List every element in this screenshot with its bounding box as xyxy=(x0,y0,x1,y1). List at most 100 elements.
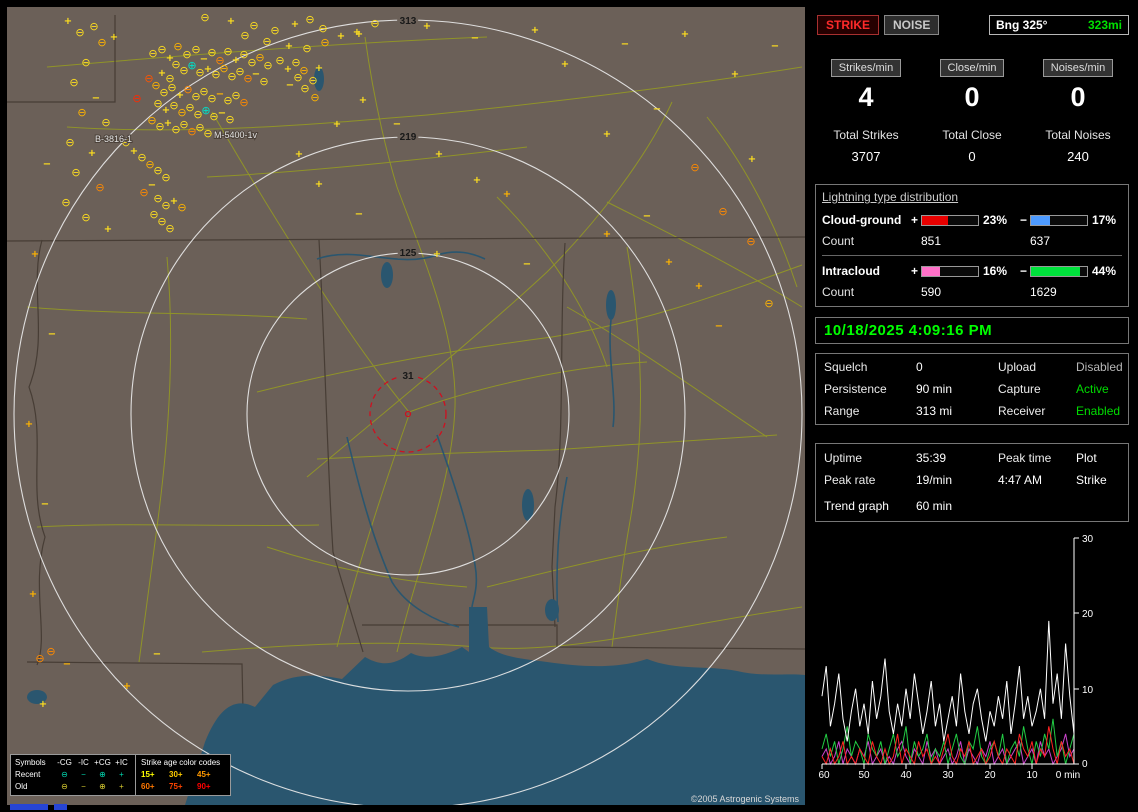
strike-symbol: + xyxy=(291,19,299,30)
strike-symbol: + xyxy=(731,69,739,80)
strike-symbol: + xyxy=(681,29,689,40)
strike-symbol: ⊖ xyxy=(249,19,258,32)
strike-symbol: ⊖ xyxy=(61,196,70,209)
taskbar-chip xyxy=(10,804,48,810)
strike-symbol: − xyxy=(43,159,51,170)
strike-symbol: ⊖ xyxy=(71,166,80,179)
strike-symbol: ⊖ xyxy=(302,42,311,55)
strike-symbol: ⊖ xyxy=(65,136,74,149)
receiver-label: Receiver xyxy=(998,404,1046,418)
strike-symbol: ⊖ xyxy=(270,24,279,37)
settings-panel: Squelch 0 Upload Disabled Persistence 90… xyxy=(815,353,1129,425)
age-15: 15+ xyxy=(141,770,155,779)
strike-symbol: + xyxy=(25,419,33,430)
age-75: 75+ xyxy=(169,782,183,791)
receiver-status: Enabled xyxy=(1076,404,1121,418)
strike-symbol: − xyxy=(355,209,363,220)
strike-symbol: ⊖ xyxy=(89,20,98,33)
strike-symbol: + xyxy=(359,95,367,106)
strike-symbol: ⊖ xyxy=(263,59,272,72)
intracloud-label: Intracloud xyxy=(822,264,881,278)
ic-negative-gauge xyxy=(1030,265,1088,277)
trend-series-layer xyxy=(821,620,1075,766)
peak-rate-label: Peak rate xyxy=(824,473,876,487)
count-label: Count xyxy=(822,234,855,248)
strike-symbol: + xyxy=(285,41,293,52)
legend-row-old: Old xyxy=(15,782,28,791)
strike-symbol: + xyxy=(423,21,431,32)
strike-symbol: − xyxy=(653,104,661,115)
strike-symbol: − xyxy=(643,211,651,222)
strike-symbol: + xyxy=(29,589,37,600)
cg-positive-count: 851 xyxy=(921,234,942,248)
ic-negative-count: 1629 xyxy=(1030,285,1057,299)
strike-symbol: ⊖ xyxy=(81,56,90,69)
strike-symbol: ⊖ xyxy=(97,36,106,49)
strike-symbol: ⊖ xyxy=(690,161,699,174)
cloud-ground-label: Cloud-ground xyxy=(822,213,902,227)
strike-symbol: + xyxy=(88,148,96,159)
status-panel: Uptime 35:39 Peak time Plot Peak rate 19… xyxy=(815,443,1129,522)
strike-symbol: − xyxy=(471,33,479,44)
cg-positive-pct: 23% xyxy=(983,213,1008,227)
noise-mode-button[interactable]: NOISE xyxy=(884,15,940,35)
strike-symbol: ⊖ xyxy=(148,47,157,60)
strike-symbol: ⊖ xyxy=(46,645,55,658)
upload-status: Disabled xyxy=(1076,360,1123,374)
close-rate-value: 0 xyxy=(964,82,980,112)
strike-symbol: + xyxy=(603,129,611,140)
strike-symbol: ⊖ xyxy=(746,235,755,248)
strike-symbol: + xyxy=(123,681,131,692)
strike-symbol: ⊖ xyxy=(75,26,84,39)
strike-symbol: ⊖ xyxy=(69,76,78,89)
x-tick-40: 40 xyxy=(900,770,912,780)
strikes-per-min-button[interactable]: Strikes/min xyxy=(830,59,902,77)
cloud-ground-count-row: Count 851 637 xyxy=(822,234,1122,248)
strike-symbol: ⊖ xyxy=(718,205,727,218)
capture-status: Active xyxy=(1076,382,1109,396)
ic-positive-pct: 16% xyxy=(983,264,1008,278)
bearing-label: Bng 325° xyxy=(996,18,1048,32)
strike-symbol: ⊖ xyxy=(101,116,110,129)
total-close-label: Total Close xyxy=(942,128,1002,142)
legend-col-neg-ic: -IC xyxy=(78,758,89,767)
divider xyxy=(822,255,1122,256)
strike-symbol: − xyxy=(621,39,629,50)
strike-symbol: + xyxy=(665,257,673,268)
strike-symbol: − xyxy=(771,41,779,52)
strike-symbol: ⊖ xyxy=(165,222,174,235)
legend-title: Symbols xyxy=(15,758,46,767)
strike-mode-button[interactable]: STRIKE xyxy=(817,15,880,35)
noises-per-min-button[interactable]: Noises/min xyxy=(1042,59,1114,77)
persistence-value: 90 min xyxy=(916,382,953,396)
strike-symbol: ⊖ xyxy=(318,22,327,35)
ic-negative-gauge-fill xyxy=(1031,266,1081,276)
strike-symbol: ⊖ xyxy=(177,201,186,214)
x-tick-0: 0 min xyxy=(1056,770,1080,780)
strike-symbol: + xyxy=(39,699,47,710)
squelch-label: Squelch xyxy=(824,360,868,374)
cloud-ground-row: Cloud-ground + 23% − 17% xyxy=(822,213,1122,227)
bearing-display: Bng 325° 323mi xyxy=(989,15,1129,35)
strike-symbol: ⊖ xyxy=(225,113,234,126)
age-legend-title: Strike age color codes xyxy=(141,758,221,767)
cg-positive-gauge xyxy=(921,214,979,226)
strike-symbol: + xyxy=(315,179,323,190)
persistence-label: Persistence xyxy=(824,382,887,396)
cg-negative-gauge xyxy=(1030,214,1088,226)
x-tick-20: 20 xyxy=(984,770,996,780)
map-area[interactable]: 313 219 125 31 ⊖ + ⊖ ⊖ + ⊖ ⊖ + ⊖ ⊖ + ⊖ ⊖ + ⊖ ⊖ ⊖ + ⊖ ⊖ ⊖ − ⊖ ⊖ ⊖… xyxy=(7,7,805,805)
old-neg-cg-icon: ⊖ xyxy=(61,782,68,791)
x-tick-10: 10 xyxy=(1026,770,1038,780)
date-time-display: 10/18/2025 4:09:16 PM xyxy=(824,322,993,339)
total-close-value: 0 xyxy=(968,149,976,164)
strike-symbol: − xyxy=(523,259,531,270)
x-tick-60: 60 xyxy=(818,770,830,780)
app-window: 313 219 125 31 ⊖ + ⊖ ⊖ + ⊖ ⊖ + ⊖ ⊖ + ⊖ ⊖ + ⊖ ⊖ ⊖ + ⊖ ⊖ ⊖ − ⊖ ⊖ ⊖… xyxy=(0,0,1138,812)
close-per-min-column: Close/min 0 Total Close 0 xyxy=(919,58,1025,164)
capture-label: Capture xyxy=(998,382,1041,396)
close-per-min-button[interactable]: Close/min xyxy=(939,59,1005,77)
total-strikes-label: Total Strikes xyxy=(833,128,899,142)
strike-symbol: + xyxy=(435,149,443,160)
strikes-rate-value: 4 xyxy=(858,82,874,112)
